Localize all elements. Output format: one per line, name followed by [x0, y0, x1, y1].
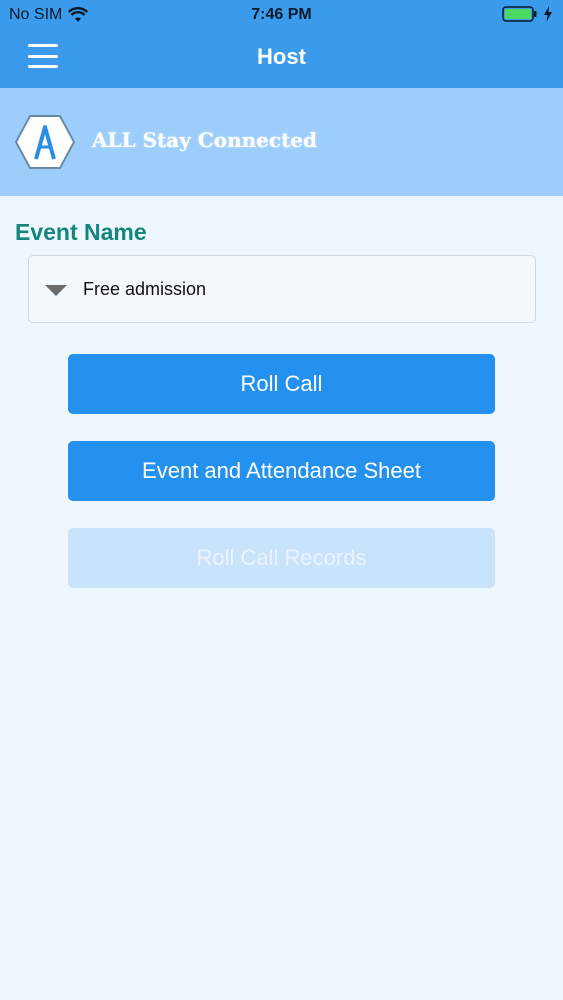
logo: [14, 115, 76, 169]
dropdown-selected-value: Free admission: [83, 279, 207, 299]
top-bar: No SIM 7:46 PM Host: [0, 0, 563, 88]
nav-bar: Host: [0, 30, 563, 88]
status-bar: No SIM 7:46 PM: [0, 0, 563, 30]
event-name-dropdown[interactable]: Free admission: [28, 255, 536, 323]
roll-call-records-button[interactable]: Roll Call Records: [68, 528, 495, 588]
status-time: 7:46 PM: [251, 6, 312, 23]
battery-icon: [502, 6, 537, 22]
brand-band: ALL Stay Connected: [0, 88, 563, 196]
caret-down-icon: [45, 285, 67, 296]
event-name-label: Event Name: [15, 219, 147, 245]
brand-name: ALL Stay Connected: [92, 128, 318, 152]
bolt-icon: [544, 6, 552, 22]
event-attendance-sheet-button[interactable]: Event and Attendance Sheet: [68, 441, 495, 501]
page-title: Host: [257, 44, 306, 69]
roll-call-button[interactable]: Roll Call: [68, 354, 495, 414]
status-right: [502, 6, 553, 22]
